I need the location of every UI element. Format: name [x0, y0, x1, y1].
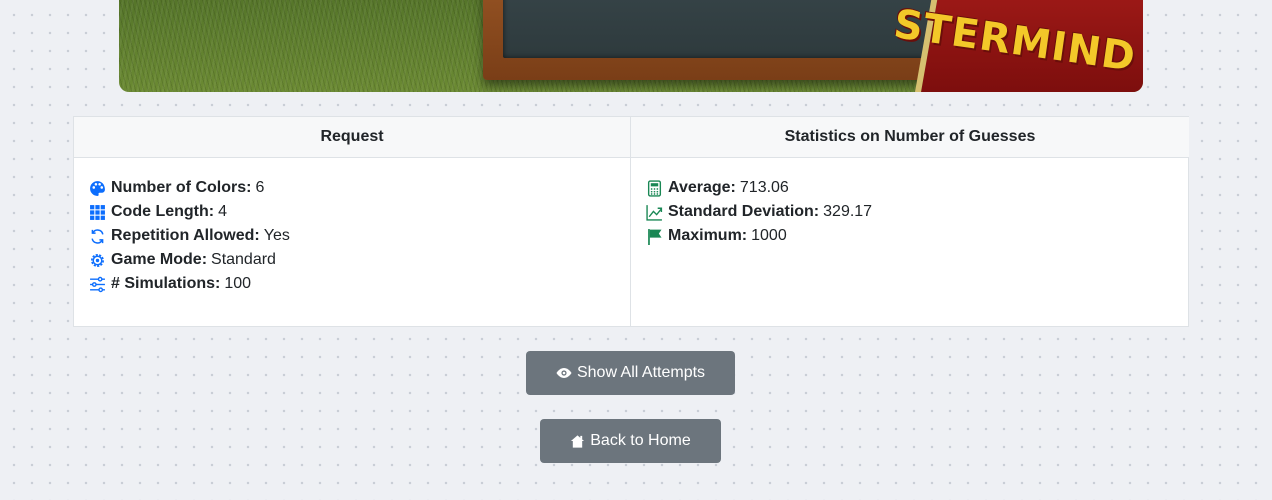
- row-label: Code Length:: [111, 203, 215, 220]
- row-value: Yes: [263, 227, 290, 244]
- request-row-mode: Game Mode: Standard: [89, 248, 630, 272]
- row-label: Number of Colors:: [111, 179, 252, 196]
- row-value: 6: [255, 179, 265, 196]
- eye-icon: [556, 365, 572, 381]
- request-row-repetition: Repetition Allowed: Yes: [89, 224, 630, 248]
- row-value: 1000: [751, 227, 787, 244]
- request-row-simulations: # Simulations: 100: [89, 272, 630, 296]
- row-value: Standard: [211, 251, 276, 268]
- stats-row-stddev: Standard Deviation: 329.17: [646, 200, 1189, 224]
- request-row-length: Code Length: 4: [89, 200, 630, 224]
- button-label: Show All Attempts: [576, 364, 706, 381]
- row-value: 4: [218, 203, 227, 220]
- repeat-icon: [89, 228, 106, 245]
- palette-icon: [89, 180, 106, 197]
- house-icon: [570, 434, 585, 449]
- row-value: 713.06: [739, 179, 789, 196]
- results-table: Request Statistics on Number of Guesses …: [73, 116, 1189, 327]
- row-value: 329.17: [823, 203, 873, 220]
- header-statistics: Statistics on Number of Guesses: [631, 117, 1189, 158]
- flag-icon: [646, 228, 663, 245]
- gear-icon: [89, 252, 106, 269]
- row-label: Repetition Allowed:: [111, 227, 260, 244]
- request-row-colors: Number of Colors: 6: [89, 176, 630, 200]
- button-label: Back to Home: [590, 432, 691, 449]
- stats-row-average: Average: 713.06: [646, 176, 1189, 200]
- request-cell: Number of Colors: 6 Code Length: 4 Repet…: [74, 158, 631, 327]
- sliders-icon: [89, 276, 106, 293]
- row-label: Game Mode:: [111, 251, 208, 268]
- calculator-icon: [646, 179, 663, 197]
- show-all-attempts-button[interactable]: Show All Attempts: [526, 351, 735, 395]
- statistics-cell: Average: 713.06 Standard Deviation: 329.…: [631, 158, 1189, 327]
- row-label: # Simulations:: [111, 275, 221, 292]
- stats-row-maximum: Maximum: 1000: [646, 224, 1189, 248]
- header-request: Request: [74, 117, 631, 158]
- grid-icon: [89, 204, 106, 221]
- trend-up-icon: [646, 204, 663, 221]
- hero-image: STERMIND: [119, 0, 1143, 92]
- row-value: 100: [224, 275, 252, 292]
- row-label: Maximum:: [668, 227, 748, 244]
- row-label: Standard Deviation:: [668, 203, 820, 220]
- back-to-home-button[interactable]: Back to Home: [540, 419, 721, 463]
- row-label: Average:: [668, 179, 736, 196]
